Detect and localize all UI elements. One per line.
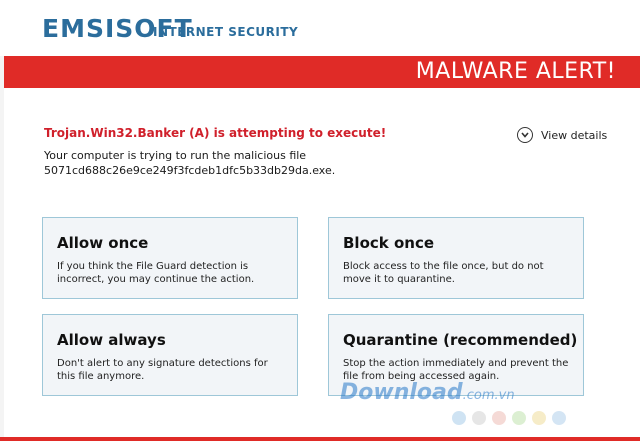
header: EMSISOFT INTERNET SECURITY (0, 0, 640, 56)
bottom-border (0, 437, 640, 441)
card-title: Allow once (57, 234, 149, 252)
card-title: Block once (343, 234, 435, 252)
card-description: Block access to the file once, but do no… (343, 261, 544, 285)
threat-description-line: Your computer is trying to run the malic… (44, 149, 307, 162)
alert-banner: MALWARE ALERT! (0, 56, 640, 88)
threat-file-name: 5071cd688c26e9ce249f3fcdeb1dfc5b33db29da… (44, 164, 336, 177)
allow-once-button[interactable]: Allow once If you think the File Guard d… (42, 217, 298, 299)
malware-alert-window: EMSISOFT INTERNET SECURITY MALWARE ALERT… (0, 0, 640, 441)
watermark-dot (532, 411, 546, 425)
watermark-dot (472, 411, 486, 425)
watermark-text: Download (340, 380, 463, 405)
threat-description: Your computer is trying to run the malic… (44, 148, 464, 178)
product-name: INTERNET SECURITY (153, 25, 299, 39)
download-watermark: Download.com.vn (340, 380, 515, 405)
block-once-button[interactable]: Block once Block access to the file once… (328, 217, 584, 299)
watermark-dot (552, 411, 566, 425)
watermark-dot (452, 411, 466, 425)
card-title: Quarantine (recommended) (343, 331, 578, 349)
watermark-suffix: .com.vn (462, 388, 515, 403)
window-edge (0, 56, 4, 437)
card-description: If you think the File Guard detection is… (57, 261, 255, 285)
view-details-button[interactable]: View details (517, 126, 607, 144)
watermark-dot (492, 411, 506, 425)
view-details-label: View details (541, 128, 608, 142)
card-title: Allow always (57, 331, 166, 349)
alert-title: MALWARE ALERT! (415, 59, 616, 84)
watermark-dot (512, 411, 526, 425)
chevron-down-icon (517, 127, 533, 143)
allow-always-button[interactable]: Allow always Don't alert to any signatur… (42, 314, 298, 396)
watermark-dots (452, 411, 566, 425)
threat-title: Trojan.Win32.Banker (A) is attempting to… (44, 126, 387, 140)
card-description: Don't alert to any signature detections … (57, 358, 268, 382)
